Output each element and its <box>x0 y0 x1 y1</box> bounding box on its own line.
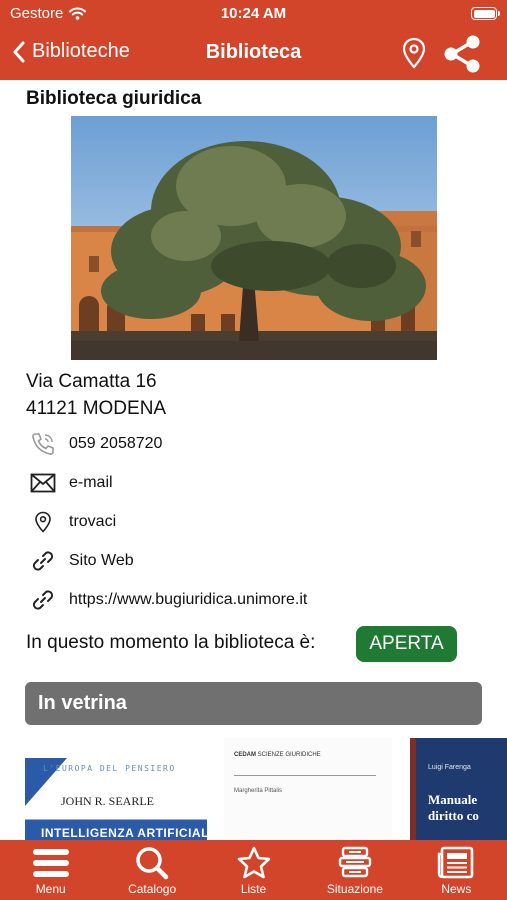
contact-directions[interactable]: trovaci <box>26 509 116 535</box>
contact-label: https://www.bugiuridica.unimore.it <box>69 591 308 608</box>
address-street: Via Camatta 16 <box>26 371 157 392</box>
star-icon <box>237 846 270 879</box>
link-icon <box>26 548 60 574</box>
vetrina-header: In vetrina <box>25 682 482 725</box>
books-stack-icon <box>338 846 372 878</box>
map-pin-icon <box>26 509 60 535</box>
contact-email[interactable]: e-mail <box>26 470 113 496</box>
mail-icon <box>26 470 60 496</box>
battery-icon <box>471 7 500 20</box>
tab-catalogo[interactable]: Catalogo <box>101 840 202 900</box>
tab-label: Situazione <box>326 882 383 896</box>
menu-icon <box>32 849 69 877</box>
book-series: L'EUROPA DEL PENSIERO <box>43 764 176 773</box>
tab-label: News <box>441 882 472 896</box>
address-city: 41121 MODENA <box>26 398 167 419</box>
book-author: Luigi Farenga <box>428 764 471 771</box>
book-cover[interactable]: CEDAM SCIENZE GIURIDICHE Margherita Pitt… <box>224 738 392 840</box>
book-title: INTELLIGENZA ARTIFICIALE <box>41 826 207 840</box>
tab-liste[interactable]: Liste <box>203 840 304 900</box>
tab-news[interactable]: News <box>406 840 507 900</box>
tab-label: Liste <box>240 882 267 896</box>
section-title: In vetrina <box>38 692 127 714</box>
search-icon <box>136 847 169 880</box>
phone-icon <box>26 431 60 457</box>
newspaper-icon <box>438 846 474 879</box>
library-name: Biblioteca giuridica <box>26 88 202 109</box>
clock: 10:24 AM <box>220 5 287 22</box>
chevron-left-icon <box>13 41 25 62</box>
back-label: Biblioteche <box>32 40 130 62</box>
share-icon[interactable] <box>441 34 483 74</box>
contact-label: trovaci <box>69 513 117 530</box>
contact-label: e-mail <box>69 474 113 491</box>
book-cover[interactable]: Luigi Farenga Manuale diritto co <box>410 738 507 840</box>
address: Via Camatta 16 41121 MODENA <box>26 368 166 422</box>
book-spine-accent <box>410 738 416 840</box>
back-button[interactable]: Biblioteche <box>12 40 130 63</box>
book-publisher: CEDAM SCIENZE GIURIDICHE <box>234 752 321 758</box>
book-publisher-series: SCIENZE GIURIDICHE <box>257 752 321 758</box>
library-photo <box>71 116 437 360</box>
book-cover[interactable]: L'EUROPA DEL PENSIERO JOHN R. SEARLE INT… <box>25 738 207 840</box>
contact-url[interactable]: https://www.bugiuridica.unimore.it <box>26 587 307 613</box>
contact-website[interactable]: Sito Web <box>26 548 134 574</box>
library-detail: Biblioteca giuridica Via Camatta 16 4112… <box>0 80 507 840</box>
status-bar: Gestore 10:24 AM <box>0 0 507 28</box>
book-author: JOHN R. SEARLE <box>61 794 155 808</box>
status-badge: APERTA <box>356 626 457 662</box>
contact-phone[interactable]: 059 2058720 <box>26 431 162 457</box>
tab-situazione[interactable]: Situazione <box>304 840 405 900</box>
opening-status-text: In questo momento la biblioteca è: <box>26 632 316 653</box>
tab-label: Menu <box>35 882 66 896</box>
nav-bar: Biblioteche Biblioteca <box>0 28 507 80</box>
book-title: Manuale diritto co <box>428 792 479 823</box>
contact-label: Sito Web <box>69 552 134 569</box>
book-rule <box>234 775 376 776</box>
link-icon <box>26 587 60 613</box>
contact-label: 059 2058720 <box>69 435 163 452</box>
map-pin-icon[interactable] <box>400 36 428 70</box>
book-author: Margherita Pittalis <box>234 788 283 794</box>
tab-bar: Menu Catalogo Liste Situazione News <box>0 840 507 900</box>
book-publisher-name: CEDAM <box>234 752 256 758</box>
tab-label: Catalogo <box>128 882 177 896</box>
tab-menu[interactable]: Menu <box>0 840 101 900</box>
